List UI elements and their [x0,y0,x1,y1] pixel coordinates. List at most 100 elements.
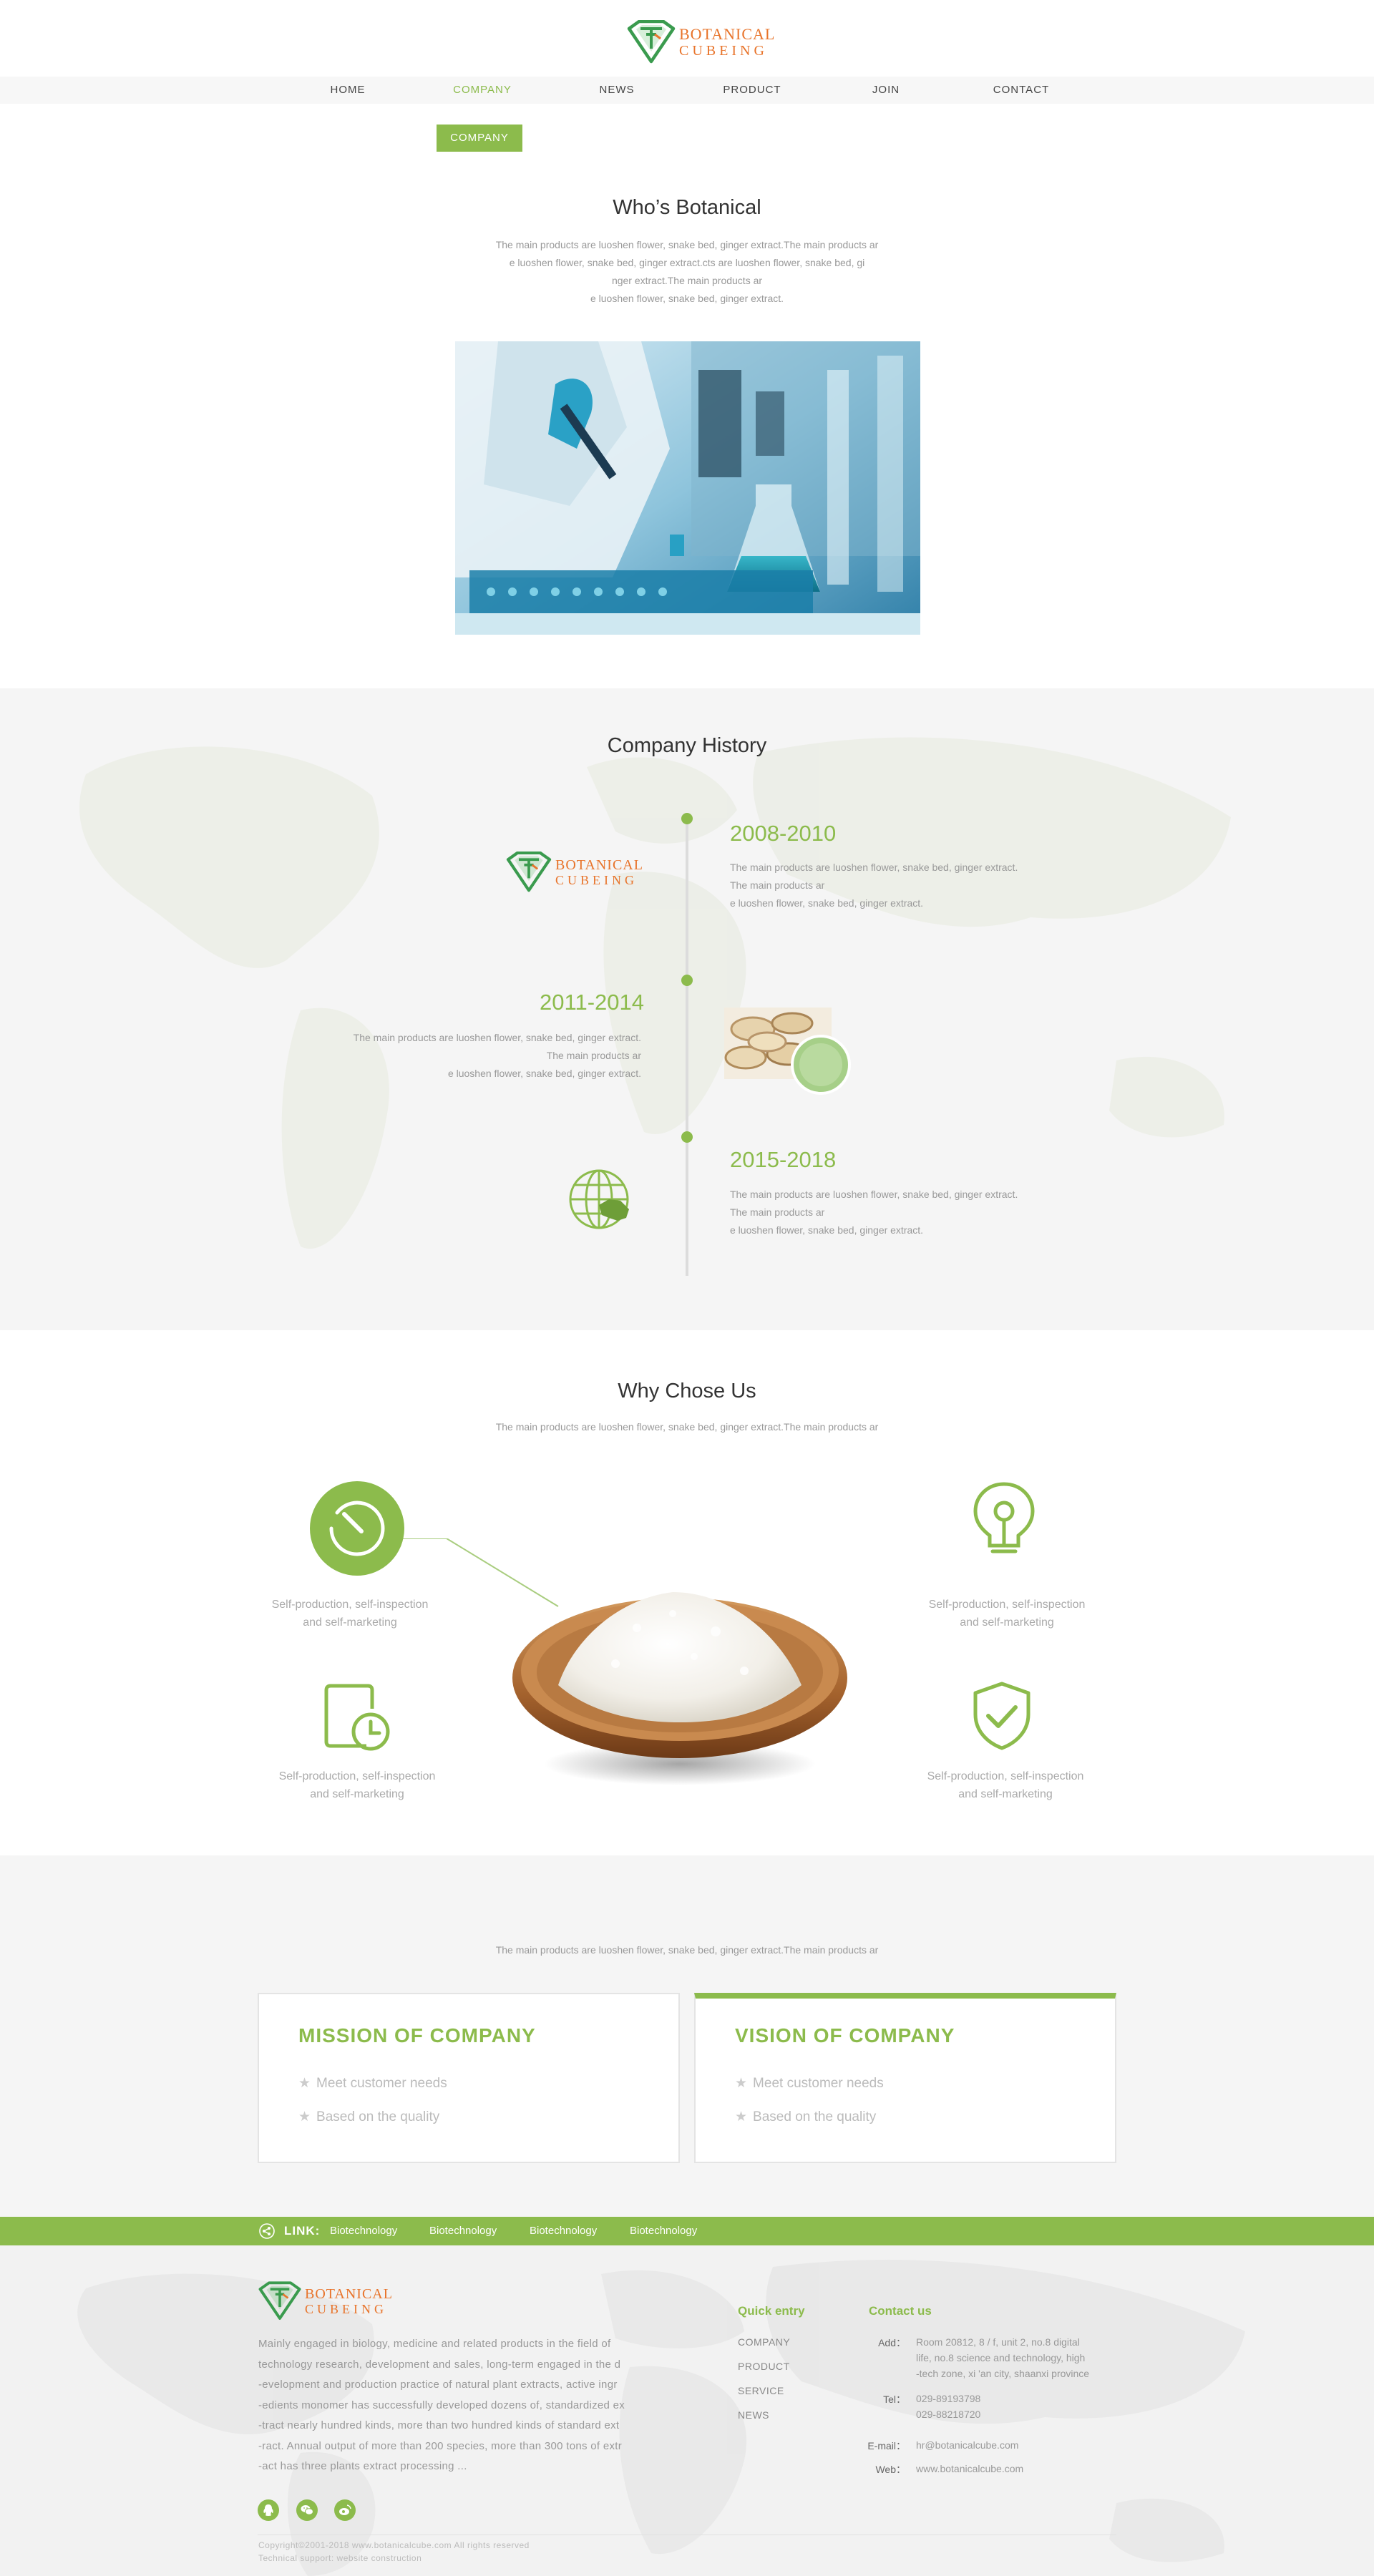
about-line: -act has three plants extract processing… [258,2460,467,2472]
vision-card[interactable]: VISION OF COMPANY ★ Meet customer needs ★… [694,1993,1116,2163]
friend-link[interactable]: Biotechnology [530,2217,597,2245]
card-title: MISSION OF COMPANY [298,2024,536,2046]
history-line: The main products ar [546,1050,641,1061]
star-icon: ★ [298,2076,311,2091]
star-icon: ★ [298,2109,311,2124]
history-line: The main products are luoshen flower, sn… [353,1032,641,1043]
why-label: Self-production, self-inspection and sel… [910,1596,1103,1631]
about-line: technology research, development and sal… [258,2358,621,2371]
who-line: e luoshen flower, snake bed, ginger extr… [590,293,784,304]
history-text: The main products ar e luoshen flower, sn… [730,1186,1018,1239]
diamond-logo-icon [258,2281,301,2320]
footer-divider [258,2534,1116,2535]
card-point-text: Based on the quality [316,2109,440,2124]
who-line: The main products are luoshen flower, sn… [495,239,879,250]
brand-line1: BOTANICAL [679,25,776,43]
tel-line: 029-89193798 [916,2393,981,2404]
why-title: Why Chose Us [618,1380,756,1402]
site-logo[interactable]: BOTANICAL CUBEING [626,20,775,64]
why-label-line: and self-marketing [303,1616,397,1629]
card-point: ★ Based on the quality [735,2109,876,2125]
card-point: ★ Based on the quality [298,2109,439,2125]
who-line: e luoshen flower, snake bed, ginger extr… [509,257,865,268]
friend-link[interactable]: Biotechnology [330,2217,397,2245]
about-line: -tract nearly hundred kinds, more than t… [258,2419,620,2431]
nav-company[interactable]: COMPANY [453,77,512,104]
link-label: LINK: [284,2224,321,2238]
support-text: Technical support: website construction [258,2553,422,2563]
main-nav: HOME COMPANY NEWS PRODUCT JOIN CONTACT [0,77,1374,104]
weibo-icon[interactable] [334,2499,356,2521]
quick-link-service[interactable]: SERVICE [738,2385,784,2396]
mission-card[interactable]: MISSION OF COMPANY ★ Meet customer needs … [258,1993,680,2163]
brand-line2: CUBEING [679,43,768,59]
mission-section [0,1855,1374,2217]
history-line: e luoshen flower, snake bed, ginger extr… [447,1068,641,1079]
contact-email-label: E-mail： [867,2440,906,2451]
contact-tel: 029-89193798 029-88218720 [916,2391,980,2422]
friend-link[interactable]: Biotechnology [630,2217,697,2245]
nav-product[interactable]: PRODUCT [723,77,781,104]
contact-email[interactable]: hr@botanicalcube.com [916,2437,1018,2453]
wechat-icon[interactable] [296,2499,318,2521]
nav-contact[interactable]: CONTACT [993,77,1049,104]
footer-logo[interactable]: BOTANICAL CUBEING [258,2281,393,2321]
history-line: The main products ar [730,879,825,891]
share-icon [259,2223,275,2239]
history-logo: BOTANICAL CUBEING [505,852,643,893]
timeline-dot [681,813,693,824]
diamond-logo-icon [506,852,552,892]
shield-check-icon [973,1682,1030,1750]
about-line: Mainly engaged in biology, medicine and … [258,2338,611,2350]
about-line: -evelopment and production practice of n… [258,2379,618,2391]
qq-icon[interactable] [258,2499,279,2521]
quick-link-product[interactable]: PRODUCT [738,2361,790,2372]
about-line: -edients monomer has successfully develo… [258,2399,625,2411]
quick-link-news[interactable]: NEWS [738,2409,769,2421]
history-year: 2011-2014 [540,990,644,1015]
why-label-line: and self-marketing [958,1788,1053,1800]
quick-link-company[interactable]: COMPANY [738,2336,790,2348]
why-label-line: Self-production, self-inspection [927,1770,1084,1782]
address-line: Room 20812, 8 / f, unit 2, no.8 digital [916,2336,1080,2348]
nav-home[interactable]: HOME [331,77,366,104]
world-map-background [77,2260,1245,2576]
card-point-text: Based on the quality [753,2109,877,2124]
diamond-logo-icon [627,20,676,64]
herb-slices-image [724,1008,851,1095]
card-point: ★ Meet customer needs [735,2075,884,2092]
laboratory-photo [455,341,920,635]
brand-line1: BOTANICAL [305,2286,393,2302]
address-line: life, no.8 science and technology, high [916,2352,1086,2363]
about-line: -ract. Annual output of more than 200 sp… [258,2439,623,2452]
who-intro: The main products are luoshen flower, sn… [478,236,896,308]
brand-line2: CUBEING [555,873,638,887]
why-label-line: and self-marketing [310,1788,404,1800]
card-point: ★ Meet customer needs [298,2075,447,2092]
mission-subtitle: The main products are luoshen flower, sn… [495,1944,879,1956]
history-line: The main products are luoshen flower, sn… [730,862,1018,873]
history-year: 2008-2010 [730,821,837,846]
history-line: The main products are luoshen flower, sn… [730,1189,1018,1200]
copyright-text: Copyright©2001-2018 www.botanicalcube.co… [258,2540,530,2550]
lightbulb-icon [973,1482,1035,1553]
star-icon: ★ [735,2076,748,2091]
who-line: nger extract.The main products ar [611,275,763,286]
contact-address: Room 20812, 8 / f, unit 2, no.8 digital … [916,2334,1089,2381]
why-label-line: Self-production, self-inspection [271,1599,429,1611]
history-text: The main products ar e luoshen flower, sn… [354,1029,641,1083]
history-line: e luoshen flower, snake bed, ginger extr… [730,1224,924,1236]
why-label: Self-production, self-inspection and sel… [253,1596,447,1631]
who-title: Who’s Botanical [613,196,761,219]
star-icon: ★ [735,2109,748,2124]
brand-line2: CUBEING [305,2302,387,2316]
contact-web[interactable]: www.botanicalcube.com [916,2461,1023,2477]
contact-add-label: Add： [878,2337,906,2348]
friend-link[interactable]: Biotechnology [429,2217,497,2245]
contact-tel-label: Tel： [883,2394,906,2405]
quick-entry-title: Quick entry [738,2304,805,2318]
nav-news[interactable]: NEWS [600,77,635,104]
breadcrumb-tag[interactable]: COMPANY [437,125,522,152]
nav-join[interactable]: JOIN [872,77,900,104]
timeline-dot [681,975,693,986]
